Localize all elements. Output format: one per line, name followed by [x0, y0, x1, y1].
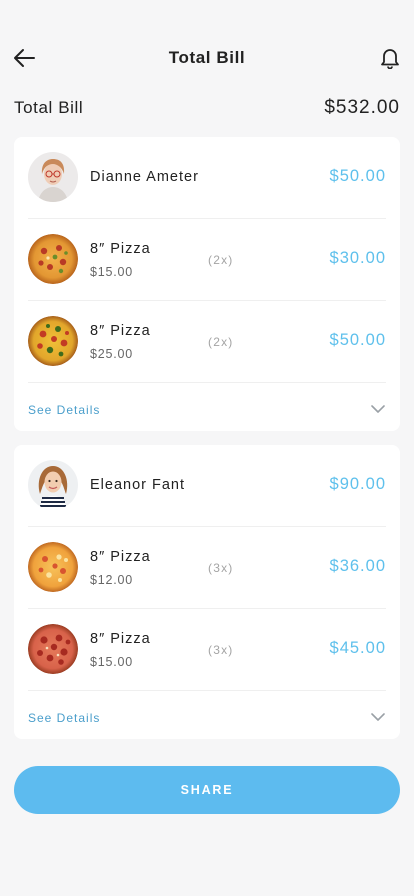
person-name: Dianne Ameter: [90, 169, 199, 185]
chevron-down-icon[interactable]: [370, 402, 386, 414]
list-item[interactable]: 8″ Pizza $15.00 (3x) $45.00: [28, 609, 386, 691]
total-bill-amount: $532.00: [324, 97, 400, 118]
total-bill-label: Total Bill: [14, 98, 84, 117]
item-total: $30.00: [329, 249, 386, 267]
list-item[interactable]: 8″ Pizza $12.00 (3x) $36.00: [28, 527, 386, 609]
item-unit-price: $25.00: [90, 347, 134, 361]
item-name: 8″ Pizza: [90, 549, 151, 565]
details-row: See Details: [28, 383, 386, 431]
pizza-image: [28, 542, 78, 592]
item-total: $36.00: [329, 557, 386, 575]
item-quantity: (2x): [208, 335, 234, 349]
person-row[interactable]: Eleanor Fant $90.00: [28, 445, 386, 527]
share-button[interactable]: SHARE: [14, 766, 400, 814]
item-name: 8″ Pizza: [90, 323, 151, 339]
see-details-link[interactable]: See Details: [28, 403, 100, 417]
bell-icon[interactable]: [378, 45, 402, 71]
item-quantity: (2x): [208, 253, 234, 267]
pizza-image: [28, 316, 78, 366]
pizza-image: [28, 624, 78, 674]
page-title: Total Bill: [168, 48, 246, 67]
pizza-image: [28, 234, 78, 284]
see-details-link[interactable]: See Details: [28, 711, 100, 725]
app-bar: Total Bill: [0, 36, 414, 80]
item-total: $45.00: [329, 639, 386, 657]
list-item[interactable]: 8″ Pizza $15.00 (2x) $30.00: [28, 219, 386, 301]
person-total: $50.00: [329, 167, 386, 185]
item-name: 8″ Pizza: [90, 631, 151, 647]
person-card: Dianne Ameter $50.00 8″ Pizza $15.00 (2x…: [14, 137, 400, 431]
total-bill-row: Total Bill $532.00: [14, 96, 400, 120]
avatar: [28, 460, 78, 510]
person-name: Eleanor Fant: [90, 477, 186, 493]
chevron-down-icon[interactable]: [370, 710, 386, 722]
person-total: $90.00: [329, 475, 386, 493]
item-quantity: (3x): [208, 561, 234, 575]
item-quantity: (3x): [208, 643, 234, 657]
item-unit-price: $12.00: [90, 573, 134, 587]
list-item[interactable]: 8″ Pizza $25.00 (2x) $50.00: [28, 301, 386, 383]
details-row: See Details: [28, 691, 386, 739]
item-name: 8″ Pizza: [90, 241, 151, 257]
item-unit-price: $15.00: [90, 265, 134, 279]
person-row[interactable]: Dianne Ameter $50.00: [28, 137, 386, 219]
person-card: Eleanor Fant $90.00 8″ Pizza $12.00 (3x)…: [14, 445, 400, 739]
item-total: $50.00: [329, 331, 386, 349]
item-unit-price: $15.00: [90, 655, 134, 669]
avatar: [28, 152, 78, 202]
